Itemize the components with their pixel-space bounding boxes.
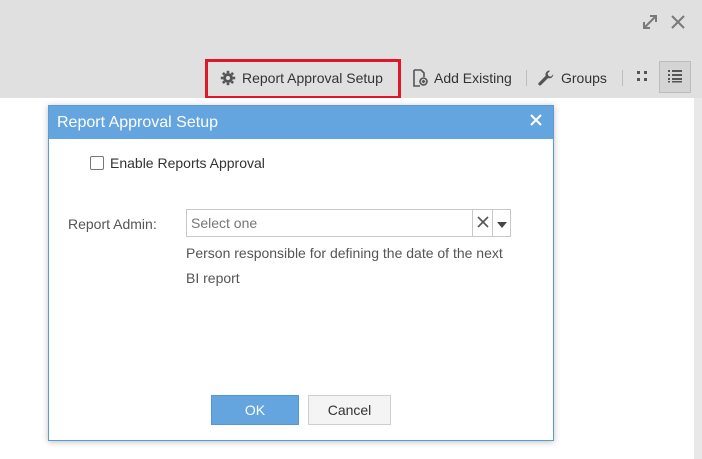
- checkbox-box[interactable]: [90, 156, 104, 170]
- toolbar-separator: [622, 70, 623, 86]
- report-approval-setup-button[interactable]: Report Approval Setup: [220, 62, 383, 94]
- add-existing-button[interactable]: Add Existing: [412, 62, 512, 94]
- grid-view-icon: [635, 69, 649, 86]
- report-admin-select-text: Select one: [191, 215, 258, 231]
- report-approval-setup-label: Report Approval Setup: [242, 70, 383, 86]
- close-icon[interactable]: [668, 12, 688, 32]
- enable-reports-approval-label: Enable Reports Approval: [110, 155, 265, 171]
- close-icon: [529, 113, 543, 132]
- dialog-body: Enable Reports Approval Report Admin: Se…: [49, 139, 553, 440]
- report-admin-select[interactable]: Select one: [186, 209, 511, 237]
- wrench-icon: [537, 69, 555, 87]
- clear-icon: [476, 215, 489, 231]
- expand-icon[interactable]: [640, 12, 660, 32]
- report-approval-dialog: Report Approval Setup Enable Reports App…: [48, 105, 554, 441]
- groups-button[interactable]: Groups: [537, 62, 607, 94]
- enable-reports-approval-checkbox[interactable]: Enable Reports Approval: [90, 155, 265, 171]
- clear-selection-button[interactable]: [472, 210, 492, 236]
- scrollbar[interactable]: [694, 98, 702, 459]
- ok-button[interactable]: OK: [211, 395, 299, 425]
- toolbar-separator: [526, 70, 527, 86]
- add-existing-icon: [412, 69, 428, 87]
- chevron-down-icon: [496, 215, 507, 231]
- list-view-icon: [667, 69, 683, 86]
- groups-label: Groups: [561, 70, 607, 86]
- gear-icon: [220, 70, 236, 86]
- list-view-button[interactable]: [659, 61, 691, 93]
- add-existing-label: Add Existing: [434, 70, 512, 86]
- grid-view-button[interactable]: [626, 61, 658, 93]
- report-admin-label: Report Admin:: [68, 216, 157, 232]
- dialog-close-button[interactable]: [527, 113, 545, 131]
- report-admin-help-text: Person responsible for defining the date…: [186, 245, 503, 286]
- cancel-button[interactable]: Cancel: [308, 395, 391, 425]
- dialog-header: Report Approval Setup: [49, 106, 553, 139]
- toolbar: Report Approval Setup Add Existing Group…: [0, 62, 702, 94]
- dropdown-toggle[interactable]: [492, 210, 510, 236]
- dialog-title: Report Approval Setup: [57, 113, 218, 131]
